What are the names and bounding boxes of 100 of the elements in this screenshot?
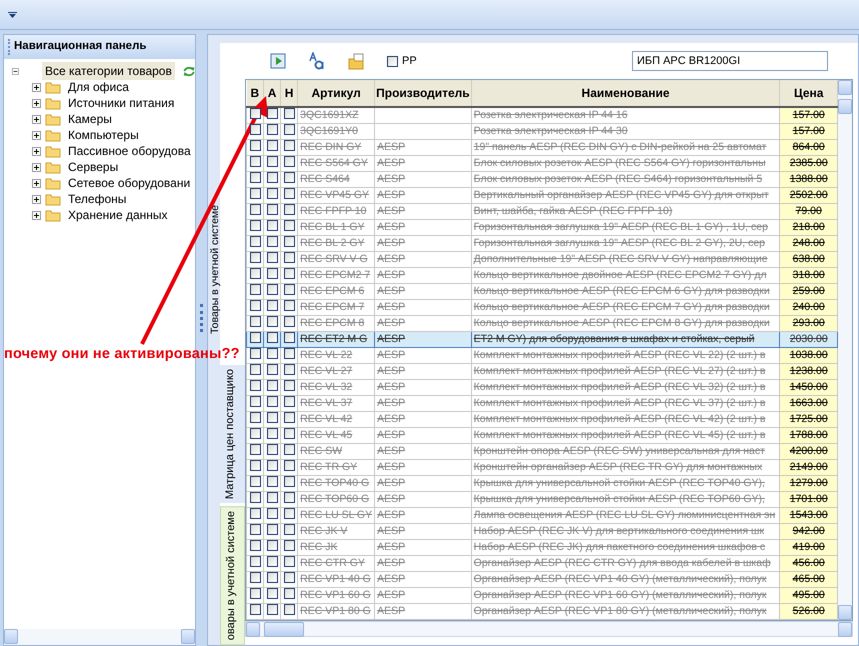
checkbox[interactable] (284, 380, 295, 391)
tree-item[interactable]: Телефоны (65, 190, 130, 208)
checkbox[interactable] (284, 492, 295, 503)
side-tab[interactable]: Матрица цен поставщико (220, 364, 245, 503)
checkbox[interactable] (250, 268, 261, 279)
column-header[interactable]: Производитель (374, 80, 472, 107)
checkbox[interactable] (284, 460, 295, 471)
checkbox[interactable] (284, 604, 295, 615)
tree-item[interactable]: Камеры (65, 110, 115, 128)
side-tab[interactable]: овары в учетной системе (220, 506, 245, 645)
checkbox[interactable] (250, 316, 261, 327)
checkbox[interactable] (266, 204, 278, 215)
checkbox[interactable] (284, 540, 295, 551)
checkbox[interactable] (284, 396, 295, 407)
expand-icon[interactable] (32, 114, 41, 124)
checkbox[interactable] (250, 460, 261, 471)
checkbox[interactable] (266, 172, 278, 183)
checkbox[interactable] (250, 348, 261, 359)
checkbox[interactable] (266, 492, 278, 503)
checkbox[interactable] (266, 444, 278, 455)
checkbox[interactable] (266, 604, 278, 615)
search-field[interactable]: ИБП APC BR1200GI (632, 51, 828, 71)
checkbox[interactable] (250, 476, 261, 487)
tree-item[interactable]: Серверы (65, 158, 122, 176)
splitter-grip-icon[interactable] (200, 304, 203, 332)
checkbox[interactable] (266, 332, 278, 343)
expand-icon[interactable] (32, 146, 41, 156)
tree-item[interactable]: Пассивное оборудова (65, 142, 194, 160)
checkbox[interactable] (284, 572, 295, 583)
checkbox[interactable] (284, 476, 295, 487)
checkbox[interactable] (284, 156, 295, 167)
checkbox[interactable] (284, 236, 295, 247)
checkbox[interactable] (284, 588, 295, 599)
checkbox[interactable] (250, 428, 261, 439)
checkbox[interactable] (250, 140, 261, 151)
checkbox[interactable] (250, 300, 261, 311)
checkbox[interactable] (284, 332, 295, 343)
checkbox[interactable] (266, 380, 278, 391)
expand-icon[interactable] (32, 162, 41, 172)
checkbox[interactable] (250, 604, 261, 615)
column-header[interactable]: Н (280, 80, 298, 107)
expand-icon[interactable] (32, 130, 41, 140)
checkbox[interactable] (266, 556, 278, 567)
checkbox[interactable] (266, 188, 278, 199)
checkbox[interactable] (284, 188, 295, 199)
checkbox[interactable] (250, 396, 261, 407)
checkbox[interactable] (266, 156, 278, 167)
checkbox[interactable] (266, 268, 278, 279)
checkbox[interactable] (284, 316, 295, 327)
scrollbar-thumb[interactable] (838, 99, 852, 114)
checkbox[interactable] (284, 172, 295, 183)
checkbox[interactable] (284, 364, 295, 375)
checkbox[interactable] (284, 556, 295, 567)
checkbox[interactable] (284, 204, 295, 215)
expand-icon[interactable] (32, 178, 41, 188)
checkbox[interactable] (250, 124, 261, 135)
checkbox[interactable] (250, 364, 261, 375)
tree-item[interactable]: Все категории товаров (42, 62, 175, 80)
tree-item[interactable]: Компьютеры (65, 126, 142, 144)
checkbox[interactable] (284, 268, 295, 279)
dropdown-arrow-icon[interactable] (8, 12, 17, 18)
checkbox[interactable] (266, 508, 278, 519)
folder-icon[interactable] (348, 52, 365, 70)
checkbox[interactable] (250, 588, 261, 599)
checkbox[interactable] (250, 492, 261, 503)
checkbox[interactable] (250, 172, 261, 183)
checkbox[interactable] (250, 332, 261, 343)
tree-item[interactable]: Для офиса (65, 78, 132, 96)
checkbox[interactable] (250, 236, 261, 247)
checkbox[interactable] (266, 396, 278, 407)
checkbox[interactable] (284, 444, 295, 455)
checkbox[interactable] (266, 572, 278, 583)
checkbox[interactable] (250, 156, 261, 167)
checkbox[interactable] (266, 220, 278, 231)
checkbox[interactable] (266, 252, 278, 263)
checkbox[interactable] (266, 316, 278, 327)
checkbox[interactable] (266, 348, 278, 359)
side-tab[interactable]: Товары в учетной системе (208, 205, 220, 334)
scrollbar-thumb[interactable] (264, 622, 304, 637)
checkbox[interactable] (266, 460, 278, 471)
checkbox[interactable] (266, 124, 278, 135)
checkbox[interactable] (266, 364, 278, 375)
checkbox[interactable] (284, 220, 295, 231)
checkbox[interactable] (266, 412, 278, 423)
checkbox[interactable] (266, 140, 278, 151)
expand-icon[interactable] (32, 194, 41, 204)
checkbox[interactable] (250, 284, 261, 295)
tree-item[interactable]: Сетевое оборудовани (65, 174, 194, 192)
checkbox[interactable] (387, 56, 398, 66)
checkbox[interactable] (284, 412, 295, 423)
checkbox[interactable] (250, 524, 261, 535)
checkbox[interactable] (250, 508, 261, 519)
expand-icon[interactable] (32, 98, 41, 108)
checkbox[interactable] (284, 428, 295, 439)
checkbox[interactable] (250, 204, 261, 215)
column-header[interactable]: Цена (780, 80, 838, 107)
checkbox[interactable] (284, 508, 295, 519)
tree-item[interactable]: Источники питания (65, 94, 178, 112)
checkbox[interactable] (250, 412, 261, 423)
column-header[interactable]: В (246, 80, 264, 107)
